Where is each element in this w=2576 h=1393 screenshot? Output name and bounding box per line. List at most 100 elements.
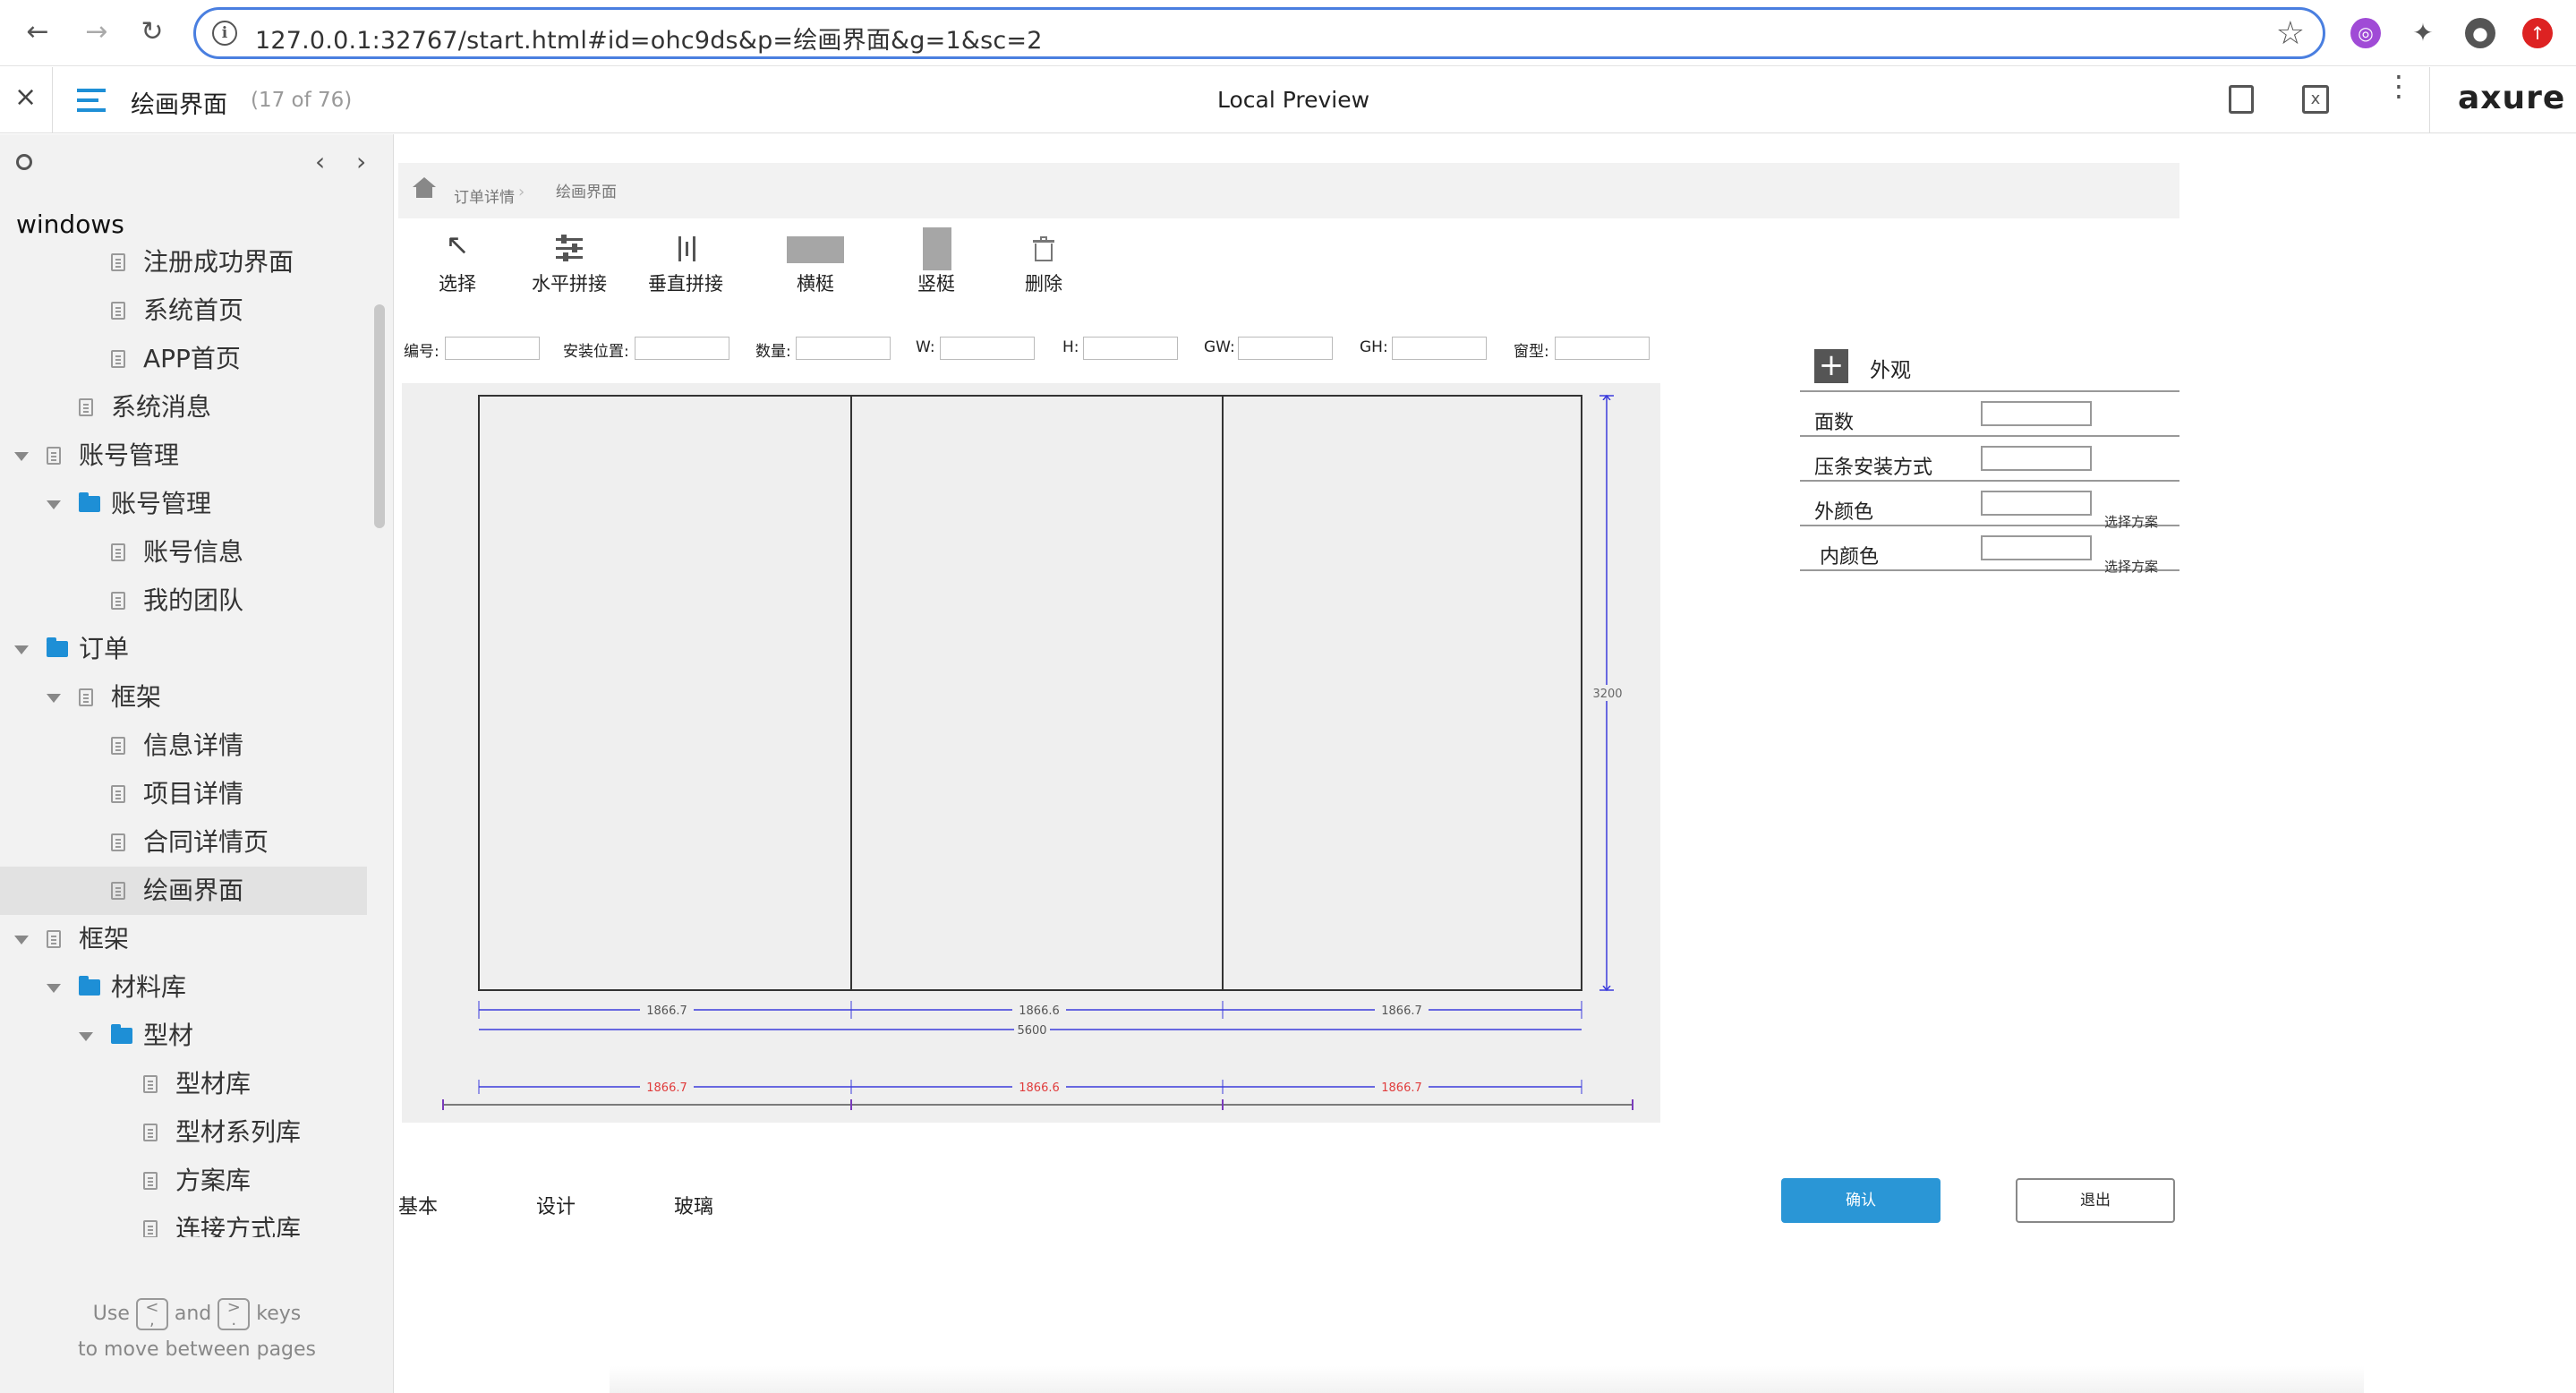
sidebar-item[interactable]: 框架: [0, 915, 367, 963]
outer-color-input[interactable]: [1981, 491, 2092, 516]
expand-toggle-icon[interactable]: [47, 500, 61, 509]
sidebar-item[interactable]: 系统消息: [0, 383, 367, 432]
forward-icon[interactable]: →: [79, 14, 115, 50]
sidebar-item[interactable]: 型材库: [0, 1060, 367, 1108]
gw-input[interactable]: [1238, 337, 1333, 360]
puzzle-icon[interactable]: ✦: [2408, 18, 2438, 48]
sidebar-item[interactable]: 型材系列库: [0, 1108, 367, 1157]
bottom-dimensions: 1866.7 1866.6 1866.7: [442, 1080, 1633, 1110]
exit-button[interactable]: 退出: [2016, 1178, 2175, 1223]
url-text: 127.0.0.1:32767/start.html#id=ohc9ds&p=绘…: [255, 27, 1043, 55]
sidebar-item[interactable]: 注册界面: [0, 226, 367, 238]
sidebar-item-label: 框架: [79, 924, 130, 953]
sidebar-item[interactable]: 订单: [0, 625, 367, 673]
close-icon[interactable]: ×: [14, 81, 37, 113]
sidebar-item[interactable]: 系统首页: [0, 286, 367, 335]
faces-label: 面数: [1814, 412, 1855, 434]
inner-color-input[interactable]: [1981, 535, 2092, 560]
page-count: (17 of 76): [251, 89, 353, 112]
sidebar-item-label: 订单: [79, 634, 130, 663]
inner-color-choose-link[interactable]: 选择方案: [2104, 557, 2158, 576]
back-icon[interactable]: ←: [20, 14, 55, 50]
page-icon: [111, 543, 125, 561]
search-icon[interactable]: [16, 154, 32, 170]
tab-basic[interactable]: 基本: [398, 1191, 438, 1219]
sidebar-item-label: 型材: [143, 1021, 194, 1050]
sidebar-item[interactable]: 账号管理: [0, 432, 367, 480]
sidebar-item[interactable]: 框架: [0, 673, 367, 722]
update-icon[interactable]: ↑: [2522, 18, 2553, 48]
site-info-icon[interactable]: i: [212, 21, 237, 46]
axure-logo: axure: [2458, 80, 2566, 116]
expand-toggle-icon[interactable]: [79, 1032, 93, 1041]
sidebar-item[interactable]: 注册成功界面: [0, 238, 367, 286]
sidebar-item[interactable]: 方案库: [0, 1157, 367, 1205]
prev-page-icon[interactable]: ‹: [315, 147, 325, 176]
sidebar-item[interactable]: APP首页: [0, 335, 367, 383]
confirm-button[interactable]: 确认: [1781, 1178, 1941, 1223]
sidebar-item[interactable]: 材料库: [0, 963, 367, 1012]
sidebar-item[interactable]: 合同详情页: [0, 818, 367, 867]
next-page-icon[interactable]: ›: [356, 147, 366, 176]
address-bar[interactable]: i 127.0.0.1:32767/start.html#id=ohc9ds&p…: [193, 7, 2325, 59]
tool-vertical-join[interactable]: 垂直拼接: [636, 233, 735, 295]
sidebar-item[interactable]: 信息详情: [0, 722, 367, 770]
prototype-canvas: 订单详情 › 绘画界面 ↖ 选择 水平拼接 垂直拼接 横梃 竖梃 删除 编号: …: [395, 134, 2576, 1393]
expand-toggle-icon[interactable]: [47, 984, 61, 993]
width-input[interactable]: [940, 337, 1035, 360]
page-title: 绘画界面: [131, 91, 227, 119]
number-input[interactable]: [445, 337, 540, 360]
height-input[interactable]: [1083, 337, 1178, 360]
page-icon: [79, 688, 93, 706]
sitemap-tree: 注册界面注册成功界面系统首页APP首页系统消息账号管理账号管理账号信息我的团队订…: [0, 226, 367, 1237]
sidebar-item[interactable]: 账号信息: [0, 528, 367, 577]
faces-input[interactable]: [1981, 401, 2092, 426]
expand-toggle-icon[interactable]: [47, 694, 61, 703]
folder-icon: [79, 976, 100, 996]
bookmark-star-icon[interactable]: ☆: [2276, 15, 2305, 52]
breadcrumb-home[interactable]: 订单详情: [454, 184, 515, 207]
quantity-input[interactable]: [796, 337, 891, 360]
breadcrumb-separator: ›: [518, 183, 525, 201]
tool-delete[interactable]: 删除: [1012, 233, 1075, 295]
install-location-input[interactable]: [635, 337, 729, 360]
sitemap-menu-icon[interactable]: [77, 89, 106, 112]
panel-row-faces: 面数: [1800, 392, 2179, 437]
reload-icon[interactable]: ↻: [134, 14, 170, 50]
sidebar-item[interactable]: 型材: [0, 1012, 367, 1060]
sidebar-item[interactable]: 项目详情: [0, 770, 367, 818]
profile-avatar-icon[interactable]: ●: [2465, 18, 2495, 48]
inspect-icon[interactable]: x: [2302, 85, 2329, 114]
sidebar-item[interactable]: 连接方式库: [0, 1205, 367, 1237]
window-type-input[interactable]: [1555, 337, 1650, 360]
home-icon[interactable]: [413, 177, 436, 187]
drawing-canvas[interactable]: 3200 1866.7 1866.6 1866.7 5600 1866.7 18…: [402, 383, 1660, 1123]
more-options-icon[interactable]: ⋮: [2384, 72, 2413, 100]
sidebar-item-label: 账号信息: [143, 537, 244, 567]
page-icon: [143, 1124, 158, 1141]
add-icon[interactable]: +: [1814, 349, 1848, 383]
expand-toggle-icon[interactable]: [14, 452, 29, 461]
gh-input[interactable]: [1392, 337, 1487, 360]
tool-select[interactable]: ↖ 选择: [422, 230, 493, 295]
sidebar-item[interactable]: 绘画界面: [0, 867, 367, 915]
tool-transom[interactable]: 横梃: [771, 233, 860, 295]
field-label-w: W:: [916, 338, 935, 356]
tab-design[interactable]: 设计: [536, 1191, 576, 1219]
tool-mullion[interactable]: 竖梃: [905, 227, 968, 295]
tool-horizontal-join[interactable]: 水平拼接: [520, 233, 618, 295]
sidebar-item[interactable]: 账号管理: [0, 480, 367, 528]
field-label-h: H:: [1062, 338, 1079, 356]
sidebar-scrollbar[interactable]: [374, 304, 385, 528]
sidebar-item-label: APP首页: [143, 344, 241, 373]
page-icon: [111, 253, 125, 271]
extension-icon[interactable]: ◎: [2350, 18, 2381, 48]
height-dim-label: 3200: [1592, 688, 1622, 701]
notes-icon[interactable]: [2229, 85, 2254, 114]
tab-glass[interactable]: 玻璃: [674, 1191, 713, 1219]
expand-toggle-icon[interactable]: [14, 936, 29, 944]
expand-toggle-icon[interactable]: [14, 645, 29, 654]
sidebar-item[interactable]: 我的团队: [0, 577, 367, 625]
bead-install-input[interactable]: [1981, 446, 2092, 471]
height-dimension: 3200: [1592, 396, 1623, 990]
